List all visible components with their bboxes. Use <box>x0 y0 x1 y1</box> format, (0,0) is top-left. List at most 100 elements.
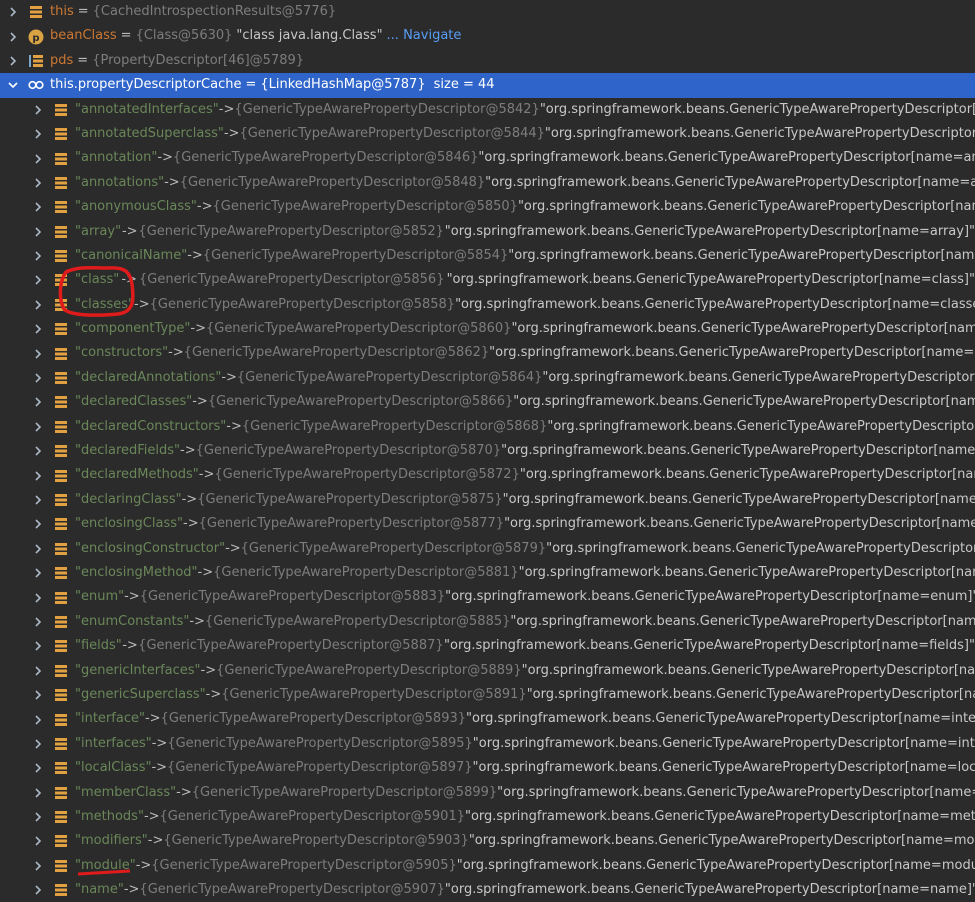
map-entry-row[interactable]: "canonicalName" -> {GenericTypeAwareProper… <box>0 244 975 268</box>
chevron-right-icon[interactable] <box>33 836 43 847</box>
map-entry-row[interactable]: "enum" -> {GenericTypeAwarePropertyDescrip… <box>0 585 975 609</box>
map-entry-row[interactable]: "anonymousClass" -> {GenericTypeAwarePrope… <box>0 195 975 219</box>
map-entry-row[interactable]: "array" -> {GenericTypeAwarePropertyDescri… <box>0 220 975 244</box>
map-entry-row[interactable]: "annotatedSuperclass" -> {GenericTypeAware… <box>0 122 975 146</box>
map-entry-row[interactable]: "memberClass" -> {GenericTypeAwareProperty… <box>0 781 975 805</box>
map-entry-row[interactable]: "interface" -> {GenericTypeAwarePropertyDe… <box>0 707 975 731</box>
map-entry-row[interactable]: "enclosingClass" -> {GenericTypeAwarePrope… <box>0 512 975 536</box>
chevron-right-icon[interactable] <box>33 885 43 895</box>
map-entry-icon <box>53 663 69 679</box>
map-entry-row[interactable]: "methods" -> {GenericTypeAwarePropertyDesc… <box>0 805 975 829</box>
chevron-right-icon[interactable] <box>33 666 43 676</box>
chevron-right-icon[interactable] <box>33 812 43 822</box>
map-entry-row[interactable]: "enumConstants" -> {GenericTypeAwareProper… <box>0 610 975 634</box>
chevron-right-icon[interactable] <box>33 568 43 578</box>
entry-key: "declaredConstructors" <box>75 418 227 434</box>
map-entry-row[interactable]: "declaredConstructors" -> {GenericTypeAwar… <box>0 415 975 439</box>
chevron-right-icon[interactable] <box>33 227 43 237</box>
map-entry-row[interactable]: "annotation" -> {GenericTypeAwarePropertyD… <box>0 146 975 170</box>
map-entry-row[interactable]: "class" -> {GenericTypeAwarePropertyDescri… <box>0 268 975 292</box>
variable-row-pds[interactable]: pds = {PropertyDescriptor[46]@5789} <box>0 49 975 73</box>
map-entry-row[interactable]: "declaringClass" -> {GenericTypeAwarePrope… <box>0 488 975 512</box>
chevron-right-icon[interactable] <box>33 739 43 749</box>
entry-string-value: "org.springframework.beans.GenericTypeAw… <box>547 418 975 434</box>
map-entry-row[interactable]: "localClass" -> {GenericTypeAwarePropertyD… <box>0 756 975 780</box>
chevron-right-icon[interactable] <box>33 617 43 627</box>
map-entry-row[interactable]: "declaredFields" -> {GenericTypeAwarePrope… <box>0 439 975 463</box>
equals-sign: = <box>245 77 257 93</box>
arrow-separator: -> <box>143 808 160 824</box>
field-icon <box>28 4 44 20</box>
chevron-right-icon[interactable] <box>33 397 43 408</box>
map-entry-row[interactable]: "annotatedInterfaces" -> {GenericTypeAware… <box>0 98 975 122</box>
map-entry-row[interactable]: "modifiers" -> {GenericTypeAwarePropertyDe… <box>0 829 975 853</box>
chevron-down-icon[interactable] <box>8 80 18 90</box>
watch-size: size = 44 <box>433 77 495 93</box>
map-entry-row[interactable]: "declaredAnnotations" -> {GenericTypeAware… <box>0 366 975 390</box>
chevron-right-icon[interactable] <box>33 153 43 164</box>
entry-key: "classes" <box>75 296 135 312</box>
map-entry-row[interactable]: "annotations" -> {GenericTypeAwareProperty… <box>0 171 975 195</box>
chevron-right-icon[interactable] <box>33 763 43 773</box>
chevron-right-icon[interactable] <box>33 544 43 554</box>
map-entry-icon <box>53 785 69 801</box>
entry-key: "array" <box>75 223 122 239</box>
map-entry-row[interactable]: "fields" -> {GenericTypeAwarePropertyDescr… <box>0 634 975 658</box>
chevron-right-icon[interactable] <box>33 471 43 481</box>
chevron-right-icon[interactable] <box>33 178 43 188</box>
chevron-right-icon[interactable] <box>33 300 43 310</box>
chevron-right-icon[interactable] <box>8 56 18 66</box>
map-entry-row[interactable]: "interfaces" -> {GenericTypeAwarePropertyD… <box>0 732 975 756</box>
map-entry-icon <box>53 833 69 849</box>
chevron-right-icon[interactable] <box>33 592 43 603</box>
chevron-right-icon[interactable] <box>33 788 43 798</box>
map-entry-row[interactable]: "enclosingConstructor" -> {GenericTypeAwar… <box>0 537 975 561</box>
entry-key: "enclosingClass" <box>75 516 183 532</box>
chevron-right-icon[interactable] <box>33 105 43 115</box>
map-entry-icon <box>53 175 69 191</box>
variable-name: beanClass <box>50 28 117 44</box>
watch-row-property-descriptor-cache[interactable]: this.propertyDescriptorCache = {LinkedHa… <box>0 73 975 98</box>
map-entry-row[interactable]: "genericInterfaces" -> {GenericTypeAwarePr… <box>0 659 975 683</box>
map-entry-row[interactable]: "name" -> {GenericTypeAwarePropertyDescrip… <box>0 878 975 902</box>
chevron-right-icon[interactable] <box>33 690 43 700</box>
arrow-separator: -> <box>200 662 217 678</box>
chevron-right-icon[interactable] <box>33 324 43 334</box>
arrow-separator: -> <box>225 540 241 556</box>
chevron-right-icon[interactable] <box>33 202 43 212</box>
chevron-right-icon[interactable] <box>8 7 18 17</box>
map-entry-row[interactable]: "componentType" -> {GenericTypeAwareProper… <box>0 317 975 341</box>
entry-key: "fields" <box>75 638 122 654</box>
chevron-right-icon[interactable] <box>33 519 43 529</box>
map-entry-row[interactable]: "declaredMethods" -> {GenericTypeAwareProp… <box>0 463 975 487</box>
map-entry-row[interactable]: "classes" -> {GenericTypeAwarePropertyDesc… <box>0 293 975 317</box>
chevron-right-icon[interactable] <box>33 373 43 383</box>
chevron-right-icon[interactable] <box>33 251 43 261</box>
chevron-right-icon[interactable] <box>33 349 43 359</box>
map-entry-row[interactable]: "genericSuperclass" -> {GenericTypeAwarePr… <box>0 683 975 707</box>
chevron-right-icon[interactable] <box>8 32 18 42</box>
entry-reference: {GenericTypeAwarePropertyDescriptor@5862… <box>183 345 490 361</box>
entry-reference: {GenericTypeAwarePropertyDescriptor@5883… <box>139 589 446 605</box>
arrow-separator: -> <box>223 125 240 141</box>
chevron-right-icon[interactable] <box>33 446 43 456</box>
variable-row-beanclass[interactable]: p beanClass = {Class@5630} "class java.l… <box>0 24 975 48</box>
map-entry-row[interactable]: "enclosingMethod" -> {GenericTypeAwareProp… <box>0 561 975 585</box>
entry-reference: {GenericTypeAwarePropertyDescriptor@5858… <box>149 296 456 312</box>
map-entry-row[interactable]: "constructors" -> {GenericTypeAwarePropert… <box>0 341 975 365</box>
map-entry-icon <box>53 492 69 508</box>
entry-key: "interfaces" <box>75 735 152 751</box>
chevron-right-icon[interactable] <box>33 422 43 432</box>
entry-key: "module" <box>75 857 136 873</box>
navigate-link[interactable]: ... Navigate <box>387 24 462 48</box>
map-entry-row[interactable]: "declaredClasses" -> {GenericTypeAwareProp… <box>0 390 975 414</box>
chevron-right-icon[interactable] <box>33 861 43 871</box>
map-entry-row[interactable]: "module" -> {GenericTypeAwarePropertyDescr… <box>0 854 975 878</box>
variable-row-this[interactable]: this = {CachedIntrospectionResults@5776} <box>0 0 975 24</box>
chevron-right-icon[interactable] <box>33 495 43 505</box>
arrow-separator: -> <box>189 613 205 629</box>
chevron-right-icon[interactable] <box>33 129 43 139</box>
chevron-right-icon[interactable] <box>33 641 43 651</box>
chevron-right-icon[interactable] <box>33 275 43 286</box>
chevron-right-icon[interactable] <box>33 714 43 725</box>
